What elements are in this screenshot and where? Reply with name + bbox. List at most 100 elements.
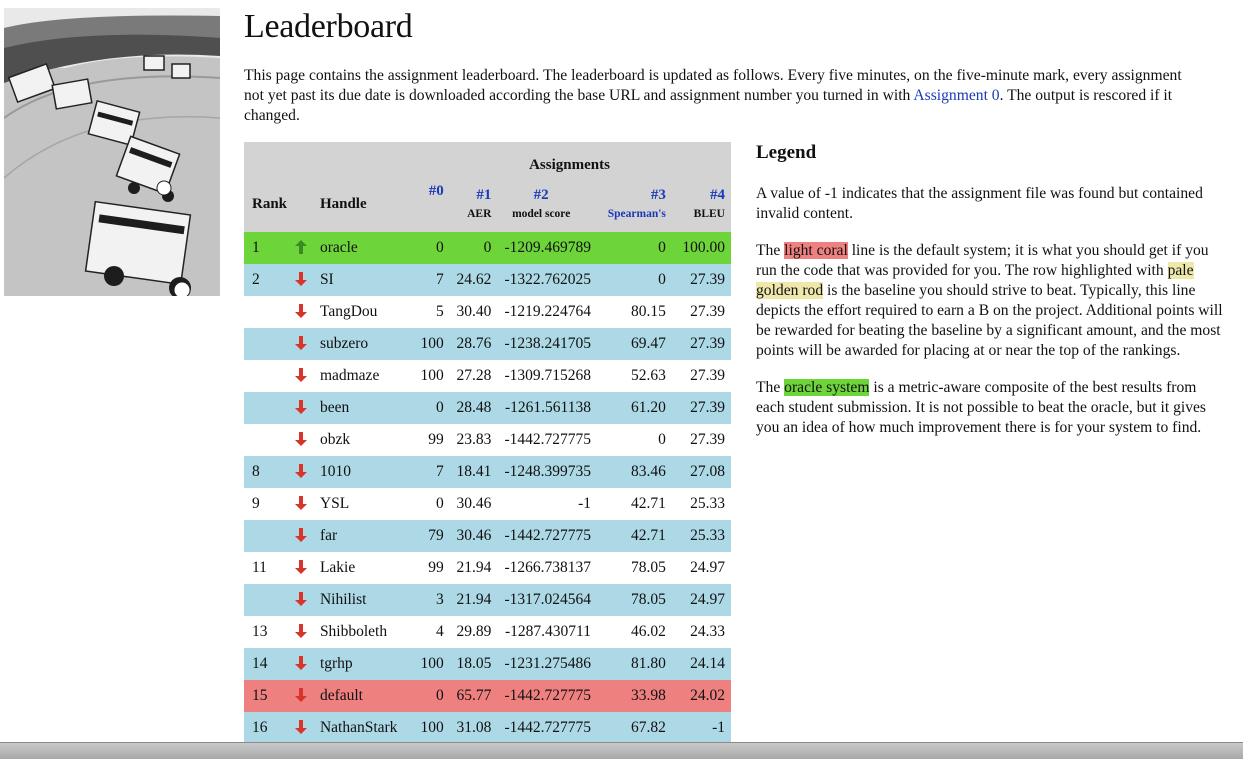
assignment-0-score: 100 — [420, 655, 444, 672]
handle-cell: madmaze — [319, 367, 380, 384]
trend-cell — [287, 680, 316, 712]
handle-cell: Lakie — [319, 559, 356, 576]
legend-oracle-note: The oracle system is a metric-aware comp… — [756, 378, 1226, 438]
rank-cell — [244, 360, 287, 392]
assignment-1-score: 18.41 — [456, 463, 492, 480]
arrow-down-icon — [295, 655, 308, 670]
assignment-2-score: -1309.715268 — [504, 367, 591, 384]
handle-cell: tgrhp — [319, 655, 353, 672]
table-row: 2 SI 7 24.62 -1322.762025 0 27.39 — [244, 264, 731, 296]
assignment-0-score: 100 — [420, 335, 444, 352]
main-content: Leaderboard This page contains the assig… — [244, 0, 1234, 744]
rank-column-header: Rank — [252, 195, 288, 212]
assignment-3-score: 81.80 — [631, 655, 666, 672]
arrow-down-icon — [295, 431, 308, 446]
assignment-2-score: -1266.738137 — [504, 559, 591, 576]
legend-invalid-note: A value of -1 indicates that the assignm… — [756, 185, 1203, 222]
assignment-3-number[interactable]: #3 — [591, 186, 666, 204]
assignment-1-number[interactable]: #1 — [444, 186, 491, 204]
assignment-4-score: 27.39 — [690, 367, 725, 384]
assignment-0-score: 0 — [435, 687, 444, 704]
assignment-3-score: 42.71 — [631, 527, 666, 544]
assignment-1-score: 21.94 — [456, 591, 492, 608]
assignment-0-number[interactable]: #0 — [408, 182, 444, 200]
rank-cell — [244, 424, 287, 456]
rank-cell — [244, 296, 287, 328]
table-row: subzero 100 28.76 -1238.241705 69.47 27.39 — [244, 328, 731, 360]
assignment-2-score: -1317.024564 — [504, 591, 591, 608]
assignment-1-header[interactable]: #1 AER — [444, 176, 492, 232]
assignment-1-score: 18.05 — [456, 655, 492, 672]
assignment-0-link[interactable]: Assignment 0 — [913, 87, 999, 104]
assignment-3-score: 78.05 — [631, 591, 666, 608]
assignment-4-score: 25.33 — [690, 527, 725, 544]
assignment-4-metric: BLEU — [693, 208, 725, 220]
rank-cell: 9 — [252, 495, 260, 512]
assignment-4-number[interactable]: #4 — [666, 186, 725, 204]
trend-cell — [287, 584, 316, 616]
assignment-2-score: -1231.275486 — [504, 655, 591, 672]
legend-default-note: The light coral line is the default syst… — [756, 241, 1226, 361]
assignment-3-score: 42.71 — [631, 495, 666, 512]
arrow-down-icon — [295, 591, 308, 606]
assignment-4-score: 25.33 — [690, 495, 725, 512]
handle-cell: default — [319, 687, 363, 704]
table-row: madmaze 100 27.28 -1309.715268 52.63 27.39 — [244, 360, 731, 392]
trend-cell — [287, 360, 316, 392]
assignment-3-score: 67.82 — [631, 719, 666, 736]
assignment-2-header[interactable]: #2 model score — [491, 176, 591, 232]
assignment-1-score: 27.28 — [456, 367, 492, 384]
assignment-4-header[interactable]: #4 BLEU — [666, 176, 731, 232]
assignment-1-score: 28.76 — [456, 335, 492, 352]
table-row: obzk 99 23.83 -1442.727775 0 27.39 — [244, 424, 731, 456]
assignment-1-score: 30.40 — [456, 303, 492, 320]
assignment-3-score: 80.15 — [631, 303, 666, 320]
light-coral-swatch-label: light coral — [784, 242, 848, 259]
assignment-3-score: 69.47 — [631, 335, 666, 352]
handle-cell: TangDou — [319, 303, 378, 320]
arrow-down-icon — [295, 623, 308, 638]
assignment-2-metric: model score — [512, 208, 571, 220]
arrow-down-icon — [295, 687, 308, 702]
assignment-0-header[interactable]: #0 — [408, 176, 444, 232]
trend-cell — [287, 648, 316, 680]
trend-cell — [287, 328, 316, 360]
rank-cell — [244, 328, 287, 360]
trend-cell — [287, 552, 316, 584]
handle-cell: obzk — [319, 431, 351, 448]
assignment-2-score: -1261.561138 — [505, 399, 591, 416]
assignment-0-score: 4 — [435, 623, 444, 640]
assignment-1-score: 31.08 — [456, 719, 492, 736]
assignment-3-header[interactable]: #3 Spearman's — [591, 176, 666, 232]
assignment-1-score: 23.83 — [456, 431, 492, 448]
assignment-2-score: -1442.727775 — [504, 687, 591, 704]
oracle-system-swatch-label: oracle system — [784, 379, 870, 396]
handle-cell: YSL — [319, 495, 350, 512]
table-row: 9 YSL 0 30.46 -1 42.71 25.33 — [244, 488, 731, 520]
assignment-2-score: -1442.727775 — [504, 527, 591, 544]
arrow-down-icon — [295, 463, 308, 478]
rank-cell: 2 — [252, 271, 260, 288]
assignment-1-score: 65.77 — [456, 687, 492, 704]
rank-cell — [244, 520, 287, 552]
assignment-1-metric: AER — [467, 208, 492, 220]
handle-cell: subzero — [319, 335, 369, 352]
assignment-4-score: 24.97 — [690, 559, 725, 576]
assignment-3-metric[interactable]: Spearman's — [591, 206, 666, 222]
assignment-3-score: 83.46 — [631, 463, 666, 480]
assignment-2-number[interactable]: #2 — [491, 186, 591, 204]
assignment-0-score: 5 — [435, 303, 444, 320]
assignment-1-score: 29.89 — [456, 623, 492, 640]
assignment-1-score: 0 — [483, 239, 492, 256]
assignment-2-score: -1248.399735 — [504, 463, 591, 480]
window-bottom-scrollbar[interactable] — [0, 742, 1243, 759]
assignment-0-score: 7 — [435, 463, 444, 480]
legend-title: Legend — [756, 142, 817, 163]
table-row: 15 default 0 65.77 -1442.727775 33.98 24.02 — [244, 680, 731, 712]
handle-cell: far — [319, 527, 338, 544]
table-row: 14 tgrhp 100 18.05 -1231.275486 81.80 24.14 — [244, 648, 731, 680]
handle-column-header: Handle — [319, 195, 367, 212]
arrow-down-icon — [295, 367, 308, 382]
assignment-4-score: 24.02 — [690, 687, 725, 704]
rank-cell: 16 — [252, 719, 268, 736]
